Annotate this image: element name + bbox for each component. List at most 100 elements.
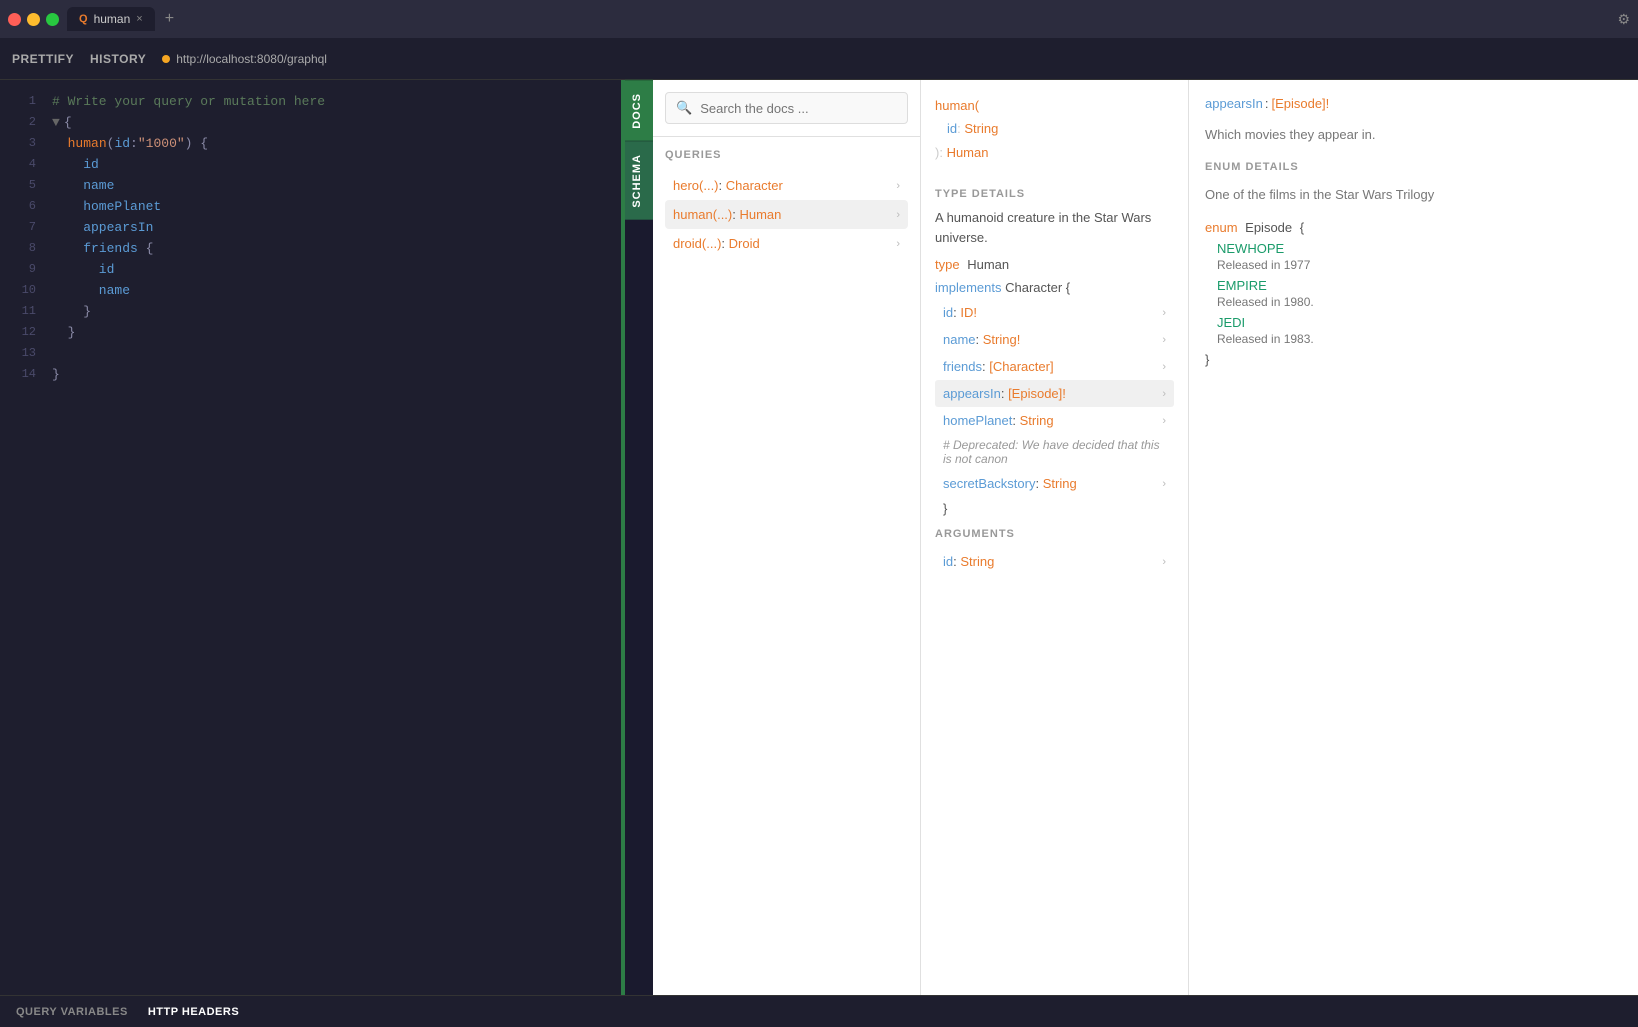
traffic-lights <box>8 13 59 26</box>
chevron-right-icon: › <box>896 238 900 250</box>
line-number: 13 <box>8 344 36 363</box>
url-text: http://localhost:8080/graphql <box>176 52 327 66</box>
code-line-1: 1 # Write your query or mutation here <box>0 92 621 113</box>
field-name[interactable]: name: String! › <box>935 326 1174 353</box>
toolbar: PRETTIFY HISTORY http://localhost:8080/g… <box>0 38 1638 80</box>
code-line-9: 9 id <box>0 260 621 281</box>
line-number: 2 <box>8 113 36 132</box>
chevron-right-icon: › <box>896 209 900 221</box>
search-box: 🔍 <box>653 80 920 137</box>
code-line-12: 12 } <box>0 323 621 344</box>
chevron-right-icon: › <box>896 180 900 192</box>
code-content: id <box>52 260 114 281</box>
line-number: 9 <box>8 260 36 279</box>
bottom-bar: QUERY VARIABLES HTTP HEADERS <box>0 995 1638 1027</box>
query-item-label: droid(...): Droid <box>673 236 760 251</box>
close-traffic-light[interactable] <box>8 13 21 26</box>
chevron-right-icon: › <box>1162 334 1166 346</box>
docs-panel: 🔍 QUERIES hero(...): Character › human(.… <box>653 80 921 995</box>
chevron-right-icon: › <box>1162 556 1166 568</box>
enum-desc-jedi: Released in 1983. <box>1217 332 1622 346</box>
add-tab-button[interactable]: + <box>159 8 180 30</box>
query-variables-button[interactable]: QUERY VARIABLES <box>16 1006 128 1018</box>
history-button[interactable]: HISTORY <box>90 48 146 70</box>
gear-icon[interactable]: ⚙ <box>1617 11 1630 28</box>
type-panel: human( id: String ): Human TYPE DETAILS … <box>921 80 1189 995</box>
tab-label: human <box>94 12 131 26</box>
line-number: 5 <box>8 176 36 195</box>
line-number: 12 <box>8 323 36 342</box>
line-number: 8 <box>8 239 36 258</box>
field-appearsIn[interactable]: appearsIn: [Episode]! › <box>935 380 1174 407</box>
tab-bar: Q human × + <box>67 7 1609 31</box>
code-content: } <box>52 302 91 323</box>
enum-value-empire[interactable]: EMPIRE <box>1217 278 1622 293</box>
queries-section-label: QUERIES <box>665 149 908 161</box>
chevron-right-icon: › <box>1162 307 1166 319</box>
tab-human[interactable]: Q human × <box>67 7 155 31</box>
code-line-13: 13 <box>0 344 621 365</box>
code-content: human(id:"1000") { <box>52 134 208 155</box>
enum-close-brace: } <box>1205 352 1622 367</box>
code-line-4: 4 id <box>0 155 621 176</box>
main-layout: 1 # Write your query or mutation here 2 … <box>0 80 1638 995</box>
query-item-label: human(...): Human <box>673 207 781 222</box>
code-content: name <box>52 176 114 197</box>
field-id[interactable]: id: ID! › <box>935 299 1174 326</box>
collapse-icon[interactable]: ▼ <box>52 113 60 134</box>
code-line-2: 2 ▼ { <box>0 113 621 134</box>
search-input[interactable] <box>700 101 897 116</box>
code-line-6: 6 homePlanet <box>0 197 621 218</box>
query-item-hero[interactable]: hero(...): Character › <box>665 171 908 200</box>
line-number: 3 <box>8 134 36 153</box>
connection-status-dot <box>162 55 170 63</box>
enum-desc-newhope: Released in 1977 <box>1217 258 1622 272</box>
line-number: 14 <box>8 365 36 384</box>
query-item-droid[interactable]: droid(...): Droid › <box>665 229 908 258</box>
code-line-8: 8 friends { <box>0 239 621 260</box>
schema-tab[interactable]: SCHEMA <box>625 141 653 220</box>
type-signature: human( id: String ): Human <box>935 94 1174 164</box>
line-number: 6 <box>8 197 36 216</box>
enum-block: enum Episode { NEWHOPE Released in 1977 … <box>1205 220 1622 367</box>
queries-section: QUERIES hero(...): Character › human(...… <box>653 137 920 995</box>
implements-line: implements Character { <box>935 280 1174 295</box>
fullscreen-traffic-light[interactable] <box>46 13 59 26</box>
http-headers-button[interactable]: HTTP HEADERS <box>148 1006 239 1018</box>
enum-value-jedi[interactable]: JEDI <box>1217 315 1622 330</box>
chevron-right-icon: › <box>1162 388 1166 400</box>
code-comment: # Write your query or mutation here <box>52 92 325 113</box>
code-editor[interactable]: 1 # Write your query or mutation here 2 … <box>0 80 621 995</box>
url-display: http://localhost:8080/graphql <box>162 52 327 66</box>
code-line-5: 5 name <box>0 176 621 197</box>
search-icon: 🔍 <box>676 100 692 116</box>
query-item-human[interactable]: human(...): Human › <box>665 200 908 229</box>
tab-close-button[interactable]: × <box>136 13 142 25</box>
docs-tab[interactable]: DOCS <box>625 80 653 141</box>
line-number: 10 <box>8 281 36 300</box>
code-line-10: 10 name <box>0 281 621 302</box>
search-input-wrap[interactable]: 🔍 <box>665 92 908 124</box>
code-line-7: 7 appearsIn <box>0 218 621 239</box>
enum-desc-empire: Released in 1980. <box>1217 295 1622 309</box>
arg-id[interactable]: id: String › <box>935 548 1174 575</box>
field-homePlanet[interactable]: homePlanet: String › <box>935 407 1174 434</box>
code-line-14: 14 } <box>0 365 621 386</box>
code-content: friends { <box>52 239 153 260</box>
editor-pane: 1 # Write your query or mutation here 2 … <box>0 80 625 995</box>
minimize-traffic-light[interactable] <box>27 13 40 26</box>
enum-value-newhope[interactable]: NEWHOPE <box>1217 241 1622 256</box>
enum-description: One of the films in the Star Wars Trilog… <box>1205 185 1622 205</box>
graphql-icon: Q <box>79 13 88 25</box>
right-panel: appearsIn : [Episode]! Which movies they… <box>1189 80 1638 995</box>
type-description: A humanoid creature in the Star Wars uni… <box>935 208 1174 247</box>
type-details-header: TYPE DETAILS <box>935 188 1174 200</box>
prettify-button[interactable]: PRETTIFY <box>12 48 74 70</box>
code-content: homePlanet <box>52 197 161 218</box>
chevron-right-icon: › <box>1162 478 1166 490</box>
field-friends[interactable]: friends: [Character] › <box>935 353 1174 380</box>
field-secretBackstory[interactable]: secretBackstory: String › <box>935 470 1174 497</box>
line-number: 1 <box>8 92 36 111</box>
query-item-label: hero(...): Character <box>673 178 783 193</box>
code-content: id <box>52 155 99 176</box>
